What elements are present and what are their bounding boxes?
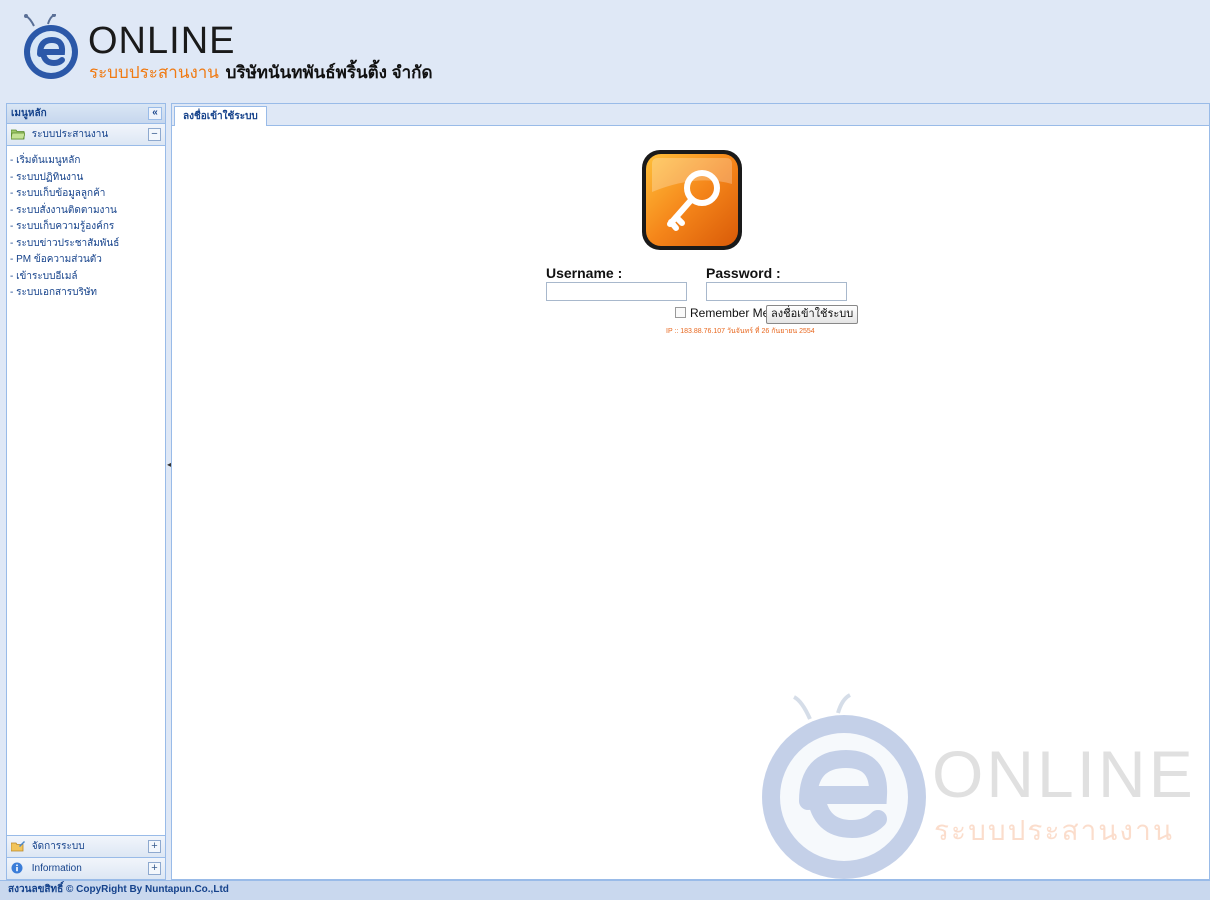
watermark-subtitle: ระบบประสานงาน [934,815,1174,846]
accordion-system-management[interactable]: จัดการระบบ + [7,835,165,857]
main-panel: ลงชื่อเข้าใช้ระบบ Username : Password : … [171,103,1210,880]
menu-item[interactable]: - เริ่มต้นเมนูหลัก [10,153,165,170]
watermark: ONLINE ระบบประสานงาน [750,679,1210,879]
company-name: บริษัทนันทพันธ์พริ้นติ้ง จำกัด [225,63,433,82]
menu-item[interactable]: - PM ข้อความส่วนตัว [10,252,165,269]
watermark-brand: ONLINE [932,737,1196,811]
tab-bar: ลงชื่อเข้าใช้ระบบ [172,104,1209,126]
accordion-expand-button[interactable]: + [148,840,161,853]
accordion-information[interactable]: Information + [7,857,165,879]
menu-item[interactable]: - ระบบเอกสารบริษัท [10,285,165,302]
accordion-label: ระบบประสานงาน [31,129,109,140]
menu-list: - เริ่มต้นเมนูหลัก - ระบบปฏิทินงาน - ระบ… [7,146,165,302]
sidebar-title: เมนูหลัก [11,108,47,119]
menu-item[interactable]: - เข้าระบบอีเมล์ [10,269,165,286]
accordion-collapse-button[interactable]: − [148,128,161,141]
watermark-logo-icon [762,693,926,879]
ip-timestamp-text: IP :: 183.88.76.107 วันจันทร์ ที่ 26 กัน… [666,328,815,335]
menu-item[interactable]: - ระบบปฏิทินงาน [10,170,165,187]
sidebar-bottom-sections: จัดการระบบ + Information + [7,835,165,879]
menu-item[interactable]: - ระบบสั่งงานติดตามงาน [10,203,165,220]
accordion-label: จัดการระบบ [31,841,85,852]
accordion-expand-button[interactable]: + [148,862,161,875]
remember-me-label[interactable]: Remember Me [690,306,769,320]
username-label: Username : [546,265,623,281]
remember-me-checkbox[interactable] [675,307,686,318]
app-window: ONLINE ระบบประสานงาน บริษัทนันทพันธ์พริ้… [0,0,1210,900]
key-icon [642,150,742,250]
accordion-label: Information [31,863,82,874]
footer-copyright: สงวนลขสิทธิ์ © CopyRight By Nuntapun.Co.… [0,880,1210,900]
collapse-sidebar-button[interactable]: « [148,107,162,120]
tab-login[interactable]: ลงชื่อเข้าใช้ระบบ [174,106,267,126]
login-button[interactable]: ลงชื่อเข้าใช้ระบบ [766,305,859,324]
menu-item[interactable]: - ระบบเก็บข้อมูลลูกค้า [10,186,165,203]
edit-folder-icon [11,841,25,852]
password-label: Password : [706,265,781,281]
brand-title: ONLINE [88,20,236,62]
system-label: ระบบประสานงาน [89,63,219,82]
folder-icon [11,129,25,140]
username-input[interactable] [546,282,687,301]
password-input[interactable] [706,282,847,301]
info-icon [11,862,23,874]
accordion-coordination[interactable]: ระบบประสานงาน − [7,124,165,146]
sidebar-header: เมนูหลัก « [7,104,165,124]
menu-item[interactable]: - ระบบข่าวประชาสัมพันธ์ [10,236,165,253]
menu-item[interactable]: - ระบบเก็บความรู้องค์กร [10,219,165,236]
brand-subtitle: ระบบประสานงาน บริษัทนันทพันธ์พริ้นติ้ง จ… [89,63,433,83]
e-online-logo-icon [24,14,78,79]
sidebar: เมนูหลัก « ระบบประสานงาน − - เริ่มต้นเมน… [6,103,166,880]
header: ONLINE ระบบประสานงาน บริษัทนันทพันธ์พริ้… [0,0,1210,100]
